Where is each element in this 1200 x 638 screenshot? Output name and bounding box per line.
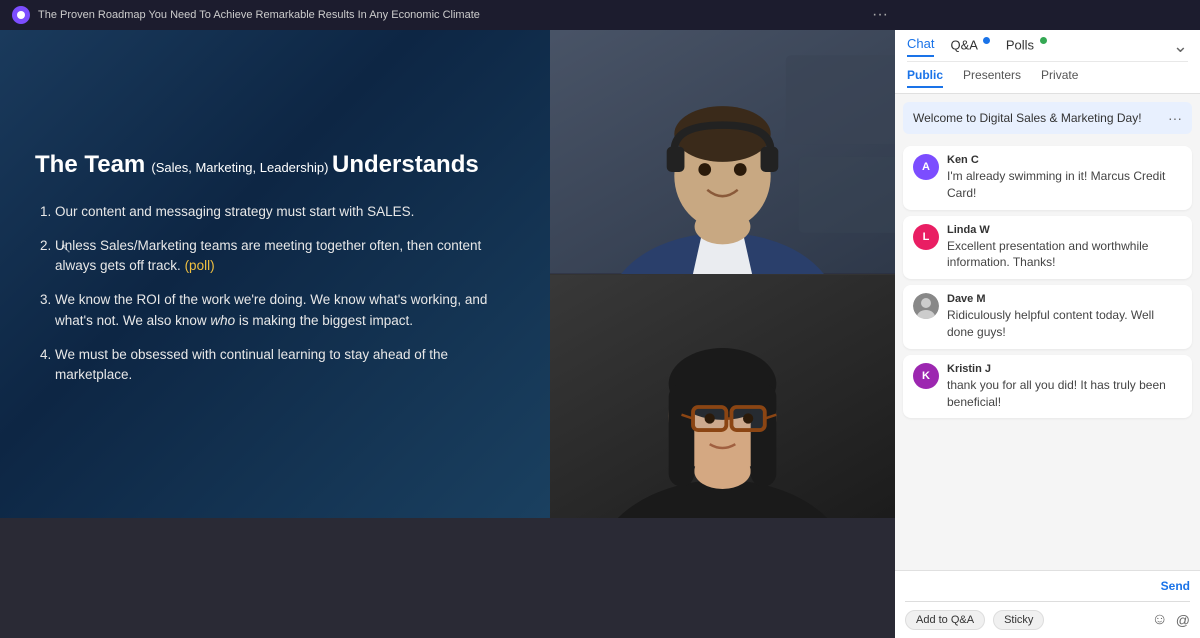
slide-title: The Team (Sales, Marketing, Leadership) … <box>35 149 515 180</box>
message-body: Dave M Ridiculously helpful content toda… <box>947 293 1182 341</box>
message-body: Kristin J thank you for all you did! It … <box>947 363 1182 411</box>
slide-item-3-after: is making the biggest impact. <box>235 313 413 328</box>
more-options-icon[interactable]: ··· <box>872 6 888 24</box>
message-sender: Kristin J <box>947 363 1182 375</box>
slide-item-1: Our content and messaging strategy must … <box>55 202 515 222</box>
subtab-private[interactable]: Private <box>1041 68 1078 88</box>
chat-message: K Kristin J thank you for all you did! I… <box>903 355 1192 419</box>
slide-content: The Team (Sales, Marketing, Leadership) … <box>0 30 550 518</box>
chat-input-area: Send Add to Q&A Sticky ☺ @ <box>895 570 1200 638</box>
slide-list: Our content and messaging strategy must … <box>35 202 515 400</box>
subtab-presenters[interactable]: Presenters <box>963 68 1021 88</box>
emoji-button[interactable]: ☺ <box>1151 611 1167 629</box>
polls-dot <box>1040 37 1047 44</box>
slide-item-4: We must be obsessed with continual learn… <box>55 345 515 386</box>
tab-chat-label: Chat <box>907 36 934 51</box>
chat-input-row: Send <box>905 579 1190 602</box>
tab-polls[interactable]: Polls <box>1006 37 1047 56</box>
avatar <box>913 293 939 319</box>
slide-item-1-text: Our content and messaging strategy must … <box>55 204 414 219</box>
chat-header: Chat Q&A Polls ⌄ Public Presenters Priva… <box>895 30 1200 94</box>
tab-qa-label: Q&A <box>950 37 977 52</box>
chat-subtabs: Public Presenters Private <box>907 62 1188 93</box>
main-content: The Team (Sales, Marketing, Leadership) … <box>0 30 1200 638</box>
avatar-letter: L <box>923 231 930 243</box>
video-panel <box>550 30 895 518</box>
app-logo <box>12 6 30 24</box>
avatar: L <box>913 224 939 250</box>
avatar-letter: K <box>922 370 930 382</box>
video-presenter-1 <box>550 30 895 274</box>
top-bar: The Proven Roadmap You Need To Achieve R… <box>0 0 1200 30</box>
video-presenter-2 <box>550 274 895 519</box>
message-sender: Ken C <box>947 154 1182 166</box>
add-to-qa-button[interactable]: Add to Q&A <box>905 610 985 630</box>
cursor-indicator: ↖ <box>60 240 72 257</box>
message-text: I'm already swimming in it! Marcus Credi… <box>947 168 1182 202</box>
chat-text-input[interactable] <box>905 579 1153 593</box>
avatar: A <box>913 154 939 180</box>
bottom-bar-left <box>0 518 895 638</box>
chat-message: L Linda W Excellent presentation and wor… <box>903 216 1192 280</box>
welcome-text: Welcome to Digital Sales & Marketing Day… <box>913 111 1142 125</box>
minimize-icon[interactable]: ⌄ <box>1173 36 1188 57</box>
slide-title-team: The Team <box>35 151 145 178</box>
qa-dot <box>983 37 990 44</box>
subtab-public[interactable]: Public <box>907 68 943 88</box>
welcome-options-icon[interactable]: ··· <box>1168 110 1182 126</box>
message-body: Ken C I'm already swimming in it! Marcus… <box>947 154 1182 202</box>
at-mention-button[interactable]: @ <box>1176 612 1190 628</box>
slide-item-2: Unless Sales/Marketing teams are meeting… <box>55 236 515 277</box>
chat-message: Dave M Ridiculously helpful content toda… <box>903 285 1192 349</box>
chat-messages-list: A Ken C I'm already swimming in it! Marc… <box>895 142 1200 570</box>
slide-item-3: We know the ROI of the work we're doing.… <box>55 290 515 331</box>
chat-panel: Chat Q&A Polls ⌄ Public Presenters Priva… <box>895 30 1200 638</box>
send-button[interactable]: Send <box>1161 579 1190 593</box>
welcome-banner: Welcome to Digital Sales & Marketing Day… <box>903 102 1192 134</box>
left-panel: The Team (Sales, Marketing, Leadership) … <box>0 30 895 638</box>
chat-message: A Ken C I'm already swimming in it! Marc… <box>903 146 1192 210</box>
slide-poll-label: (poll) <box>185 258 215 273</box>
message-sender: Dave M <box>947 293 1182 305</box>
slide-title-sub: (Sales, Marketing, Leadership) <box>151 160 332 175</box>
slide-title-understands: Understands <box>332 151 479 178</box>
chat-action-buttons: Add to Q&A Sticky ☺ @ <box>905 610 1190 630</box>
chat-top-tabs: Chat Q&A Polls ⌄ <box>907 30 1188 62</box>
message-text: thank you for all you did! It has truly … <box>947 377 1182 411</box>
message-body: Linda W Excellent presentation and worth… <box>947 224 1182 272</box>
tab-polls-label: Polls <box>1006 37 1034 52</box>
slide-item-4-text: We must be obsessed with continual learn… <box>55 347 448 382</box>
message-sender: Linda W <box>947 224 1182 236</box>
tab-qa[interactable]: Q&A <box>950 37 989 56</box>
avatar: K <box>913 363 939 389</box>
message-text: Excellent presentation and worthwhile in… <box>947 238 1182 272</box>
sticky-button[interactable]: Sticky <box>993 610 1044 630</box>
avatar-letter: A <box>922 161 930 173</box>
session-title: The Proven Roadmap You Need To Achieve R… <box>38 9 864 21</box>
presentation-area: The Team (Sales, Marketing, Leadership) … <box>0 30 895 518</box>
slide-item-2-text: Unless Sales/Marketing teams are meeting… <box>55 238 481 273</box>
slide-item-3-italic: who <box>210 313 235 328</box>
message-text: Ridiculously helpful content today. Well… <box>947 307 1182 341</box>
tab-chat[interactable]: Chat <box>907 36 934 57</box>
